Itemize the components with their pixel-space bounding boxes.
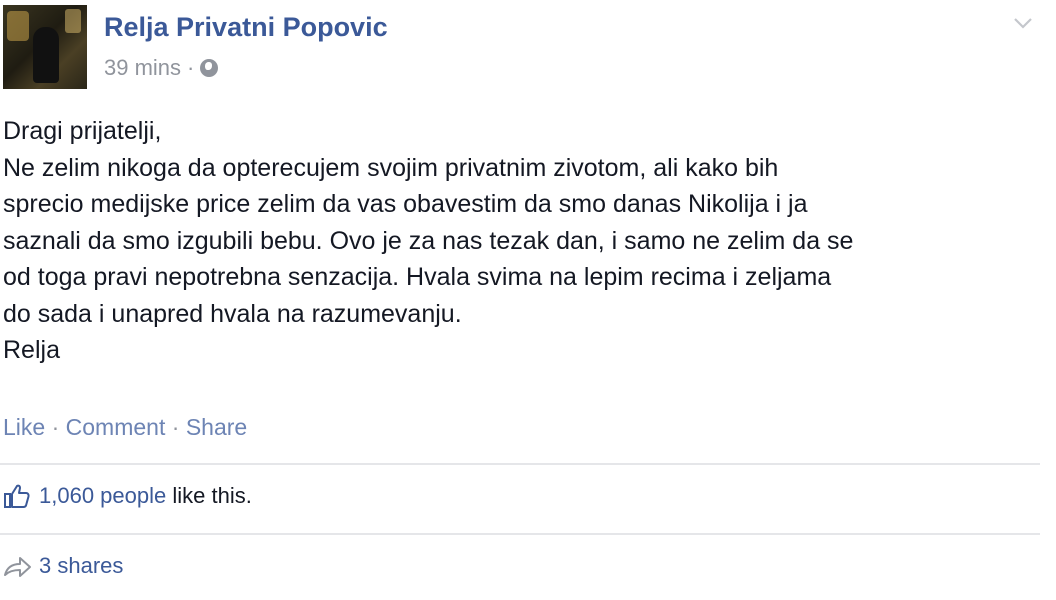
post-text-line: sprecio medijske price zelim da vas obav… bbox=[3, 190, 808, 218]
thumbs-up-icon bbox=[4, 484, 30, 508]
likes-suffix: like this. bbox=[166, 483, 252, 508]
divider bbox=[0, 533, 1040, 535]
post-text-line: od toga pravi nepotrebna senzacija. Hval… bbox=[3, 263, 832, 291]
divider bbox=[0, 463, 1040, 465]
post-text-line: Ne zelim nikoga da opterecujem svojim pr… bbox=[3, 153, 779, 182]
comment-link[interactable]: Comment bbox=[66, 414, 166, 440]
avatar-background-light bbox=[65, 9, 81, 33]
share-arrow-icon bbox=[4, 557, 31, 577]
post-body: Dragi prijatelji, Ne zelim nikoga da opt… bbox=[3, 113, 1043, 369]
like-link[interactable]: Like bbox=[3, 414, 45, 440]
globe-icon[interactable] bbox=[200, 59, 219, 77]
action-separator: · bbox=[165, 414, 186, 440]
post-timestamp[interactable]: 39 mins bbox=[104, 55, 181, 81]
shares-count[interactable]: 3 shares bbox=[39, 553, 123, 579]
post-actions: Like · Comment · Share bbox=[3, 414, 247, 441]
shares-summary[interactable]: 3 shares bbox=[3, 553, 123, 579]
avatar-background-light bbox=[7, 11, 29, 41]
chevron-down-icon[interactable] bbox=[1012, 12, 1034, 34]
post-author-name[interactable]: Relja Privatni Popovic bbox=[104, 12, 388, 43]
likes-count-link[interactable]: 1,060 people bbox=[39, 483, 166, 508]
post-text-line: do sada i unapred hvala na razumevanju. bbox=[3, 299, 462, 328]
avatar-person-silhouette bbox=[33, 27, 59, 83]
post-text-line: Dragi prijatelji, bbox=[3, 117, 162, 145]
action-separator: · bbox=[45, 414, 66, 440]
post-text-line: Relja bbox=[3, 336, 60, 364]
meta-separator: · bbox=[187, 55, 195, 80]
profile-avatar[interactable] bbox=[3, 5, 87, 89]
share-link[interactable]: Share bbox=[186, 414, 247, 440]
post-meta: 39 mins · bbox=[104, 55, 219, 81]
likes-summary: 1,060 people like this. bbox=[3, 483, 252, 509]
post-text-line: saznali da smo izgubili bebu. Ovo je za … bbox=[3, 226, 854, 255]
